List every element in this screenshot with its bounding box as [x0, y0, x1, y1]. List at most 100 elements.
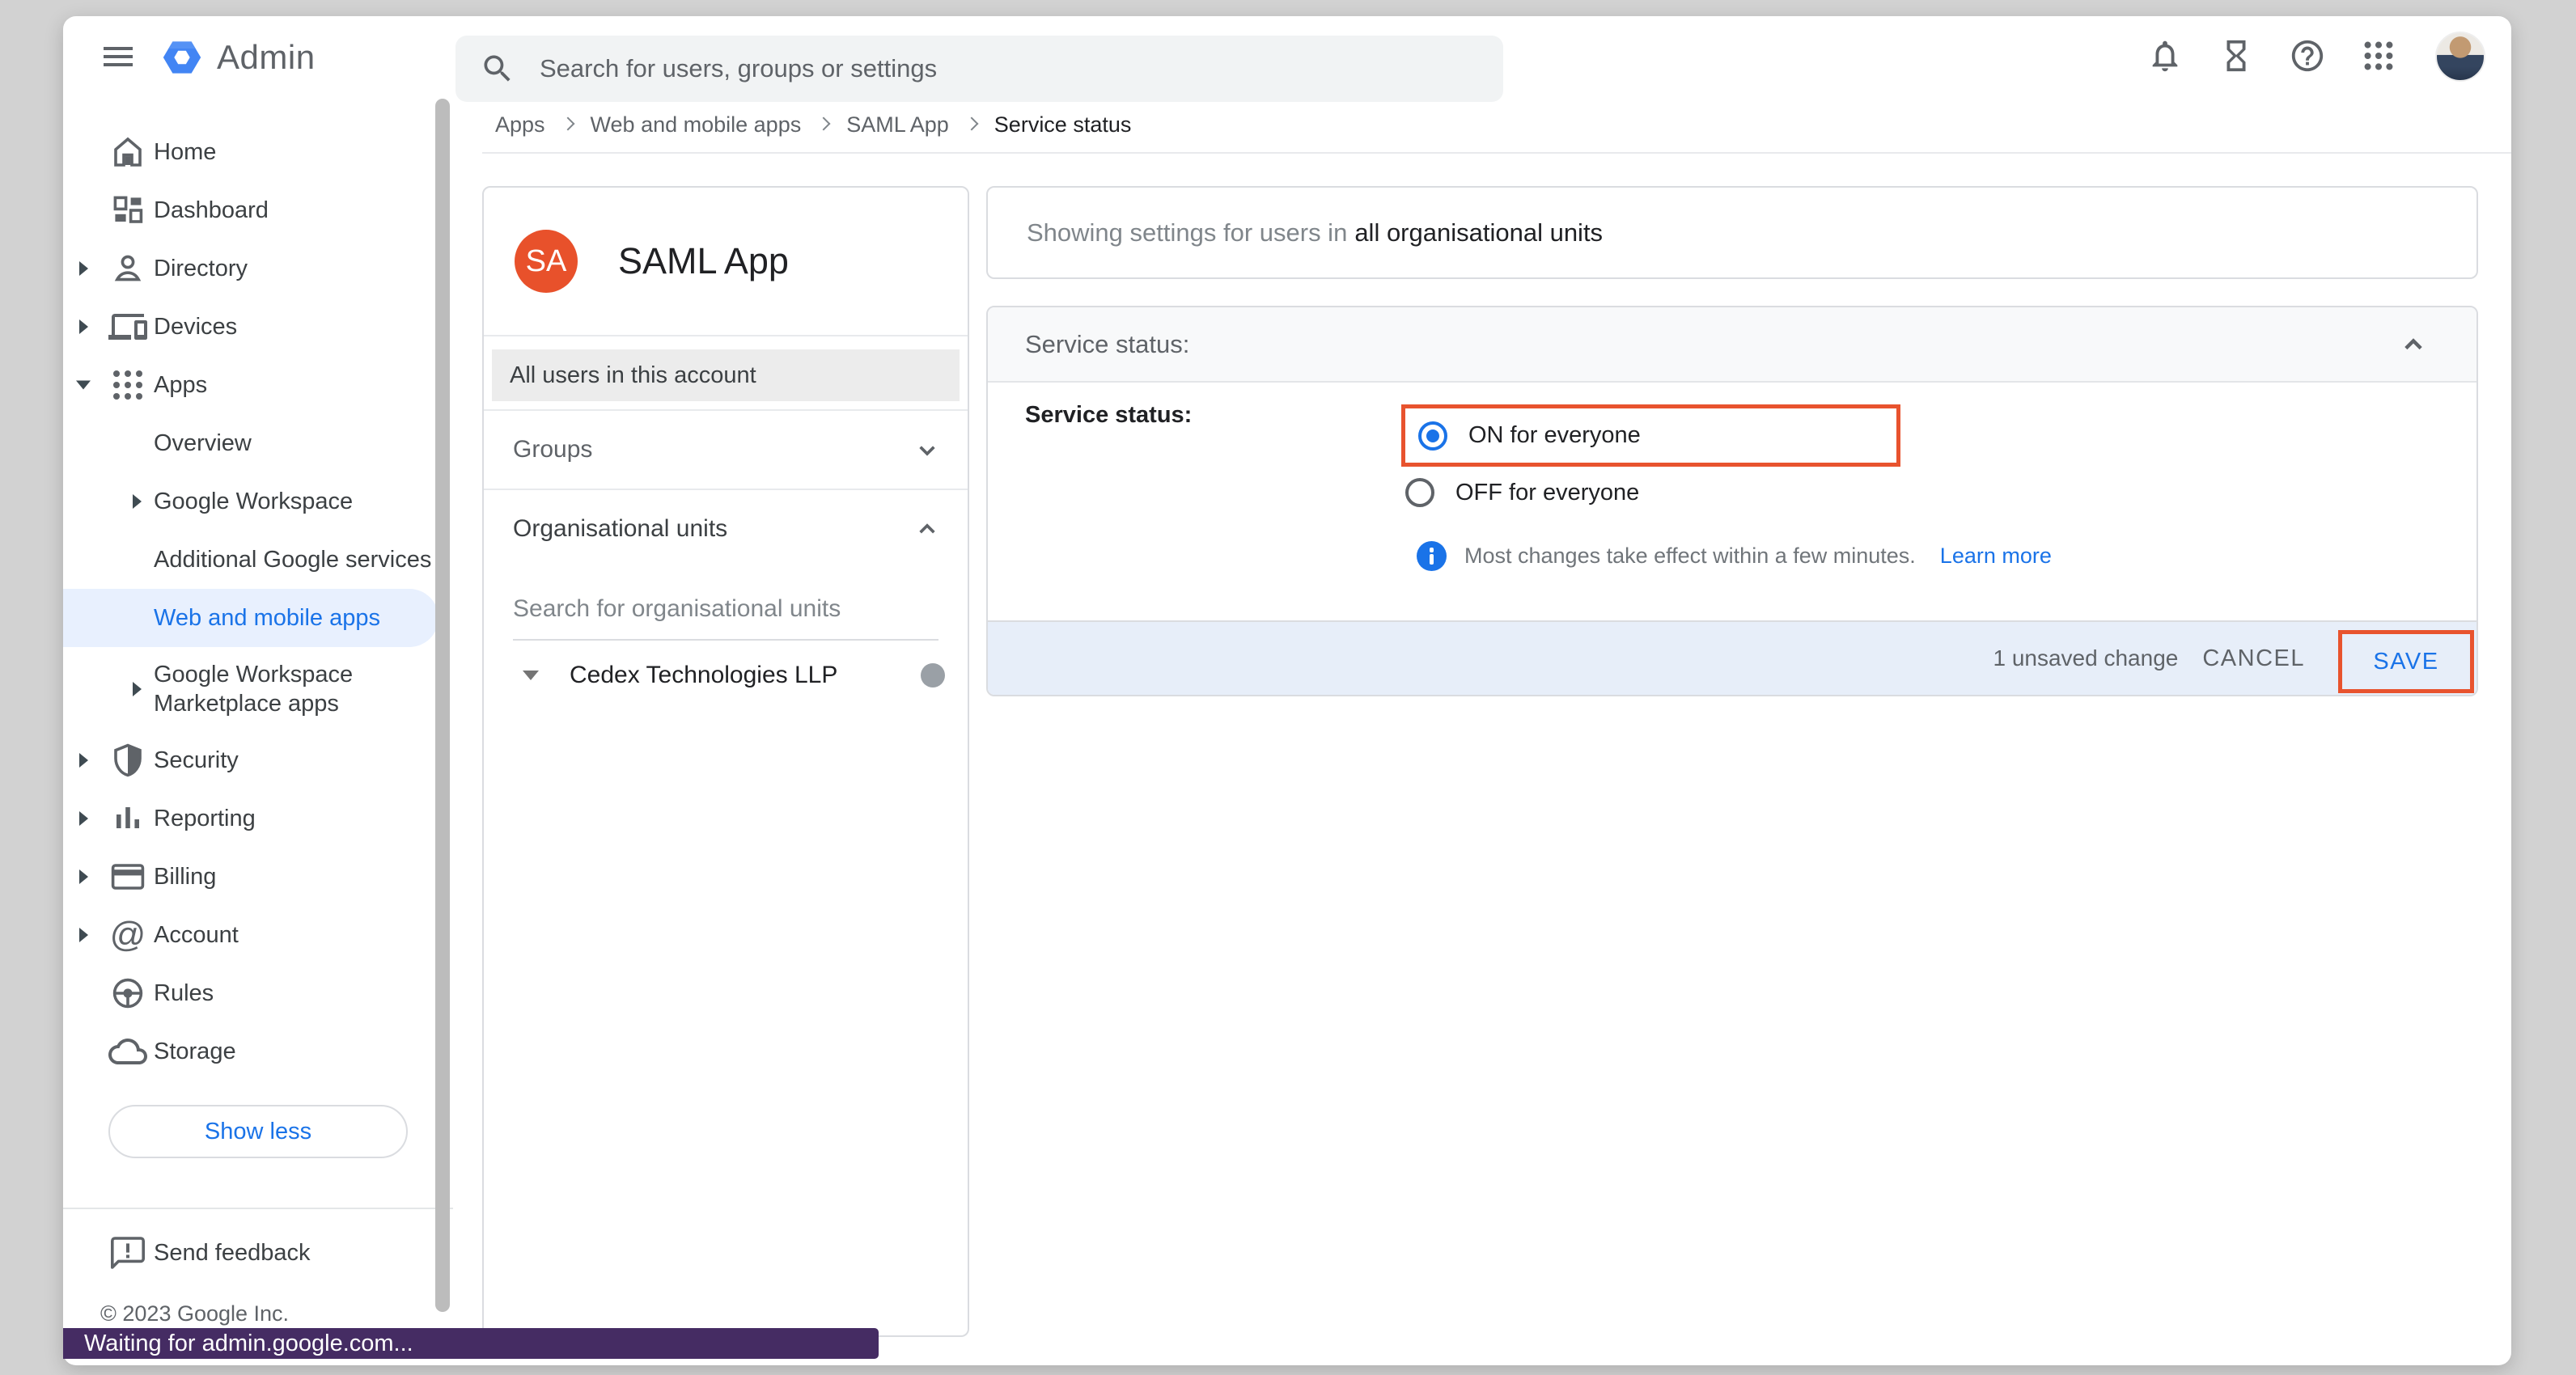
expand-arrow-icon[interactable]	[79, 928, 88, 942]
sidebar-item-label: Directory	[154, 254, 248, 283]
expand-arrow-icon[interactable]	[79, 869, 88, 884]
global-search-bar[interactable]	[455, 36, 1503, 102]
groups-label: Groups	[513, 436, 592, 463]
admin-hexagon-icon	[159, 34, 205, 81]
credit-card-icon	[108, 857, 147, 896]
sidebar-item-google-workspace[interactable]: Google Workspace	[63, 472, 453, 531]
sidebar-item-home[interactable]: Home	[63, 123, 453, 181]
sidebar-item-label: Dashboard	[154, 196, 269, 225]
sidebar-item-web-and-mobile-apps[interactable]: Web and mobile apps	[63, 589, 439, 647]
chevron-down-icon[interactable]	[911, 434, 943, 466]
radio-on-label[interactable]: ON for everyone	[1468, 422, 1641, 449]
person-icon	[108, 249, 147, 288]
info-note-text: Most changes take effect within a few mi…	[1464, 544, 1916, 569]
org-units-search[interactable]	[513, 595, 938, 641]
sidebar-item-devices[interactable]: Devices	[63, 298, 453, 356]
breadcrumb-web-and-mobile-apps[interactable]: Web and mobile apps	[591, 112, 802, 138]
hourglass-tasks-icon[interactable]	[2217, 37, 2256, 76]
annotation-box-on-option: ON for everyone	[1401, 404, 1900, 467]
groups-accordion[interactable]: Groups	[484, 411, 968, 489]
topbar-actions	[2146, 16, 2485, 97]
expand-arrow-icon[interactable]	[79, 261, 88, 276]
dashboard-icon	[108, 191, 147, 230]
save-bar: 1 unsaved change CANCEL SAVE	[988, 620, 2476, 695]
org-units-accordion[interactable]: Organisational units	[484, 490, 968, 568]
radio-off-label[interactable]: OFF for everyone	[1455, 480, 1639, 506]
sidebar-item-additional-google-services[interactable]: Additional Google services	[63, 531, 453, 589]
user-avatar[interactable]	[2435, 32, 2485, 82]
scope-banner-text: Showing settings for users in	[1027, 218, 1347, 248]
expand-arrow-icon[interactable]	[133, 494, 142, 509]
sidebar-item-label: Web and mobile apps	[154, 603, 380, 632]
sidebar-item-rules[interactable]: Rules	[63, 964, 453, 1022]
google-apps-grid-icon[interactable]	[2359, 37, 2398, 76]
sidebar-item-gw-marketplace-apps[interactable]: Google Workspace Marketplace apps	[63, 647, 453, 731]
copyright-text: © 2023 Google Inc.	[100, 1301, 453, 1326]
expand-arrow-icon[interactable]	[79, 811, 88, 826]
learn-more-link[interactable]: Learn more	[1940, 544, 2052, 569]
shield-icon	[108, 741, 147, 780]
info-icon	[1417, 541, 1447, 571]
sidebar-item-label: Account	[154, 920, 239, 950]
help-icon[interactable]	[2288, 37, 2327, 76]
save-button[interactable]: SAVE	[2373, 649, 2438, 675]
org-units-search-input[interactable]	[513, 595, 938, 623]
sidebar-item-reporting[interactable]: Reporting	[63, 789, 453, 848]
collapse-chevron-up-icon[interactable]	[2396, 327, 2431, 362]
at-sign-icon: @	[108, 916, 147, 954]
sidebar-item-label: Additional Google services	[154, 545, 431, 574]
expand-arrow-icon[interactable]	[79, 319, 88, 334]
show-less-button[interactable]: Show less	[108, 1105, 408, 1158]
service-status-card: Service status: Service status: ON for e…	[986, 306, 2478, 696]
sidebar-item-storage[interactable]: Storage	[63, 1022, 453, 1081]
sidebar-item-label: Reporting	[154, 804, 256, 833]
sidebar-item-security[interactable]: Security	[63, 731, 453, 789]
sidebar-item-label: Rules	[154, 979, 214, 1008]
search-icon	[480, 51, 515, 87]
service-status-field-label: Service status:	[1025, 402, 1192, 429]
search-input[interactable]	[540, 54, 1479, 83]
radio-off-unselected[interactable]	[1405, 478, 1434, 507]
sidebar-item-label: Google Workspace	[154, 487, 353, 516]
service-status-header[interactable]: Service status:	[988, 307, 2476, 383]
breadcrumb-saml-app[interactable]: SAML App	[846, 112, 949, 138]
sidebar-item-apps[interactable]: Apps	[63, 356, 453, 414]
sidebar-item-label: Billing	[154, 862, 216, 891]
collapse-arrow-icon[interactable]	[76, 381, 91, 390]
app-avatar: SA	[515, 230, 578, 293]
main-content: Apps Web and mobile apps SAML App Servic…	[453, 97, 2511, 1365]
sidebar-item-label: Devices	[154, 312, 237, 341]
chevron-up-icon[interactable]	[911, 513, 943, 545]
sidebar-item-label: Security	[154, 746, 239, 775]
chevron-right-icon	[817, 117, 831, 131]
sidebar-item-label: Overview	[154, 429, 252, 458]
breadcrumb-apps[interactable]: Apps	[495, 112, 545, 138]
scope-banner-target: all organisational units	[1354, 218, 1603, 248]
service-status-body: Service status: ON for everyone OFF for …	[988, 383, 2476, 620]
breadcrumb-service-status: Service status	[994, 112, 1132, 138]
menu-icon[interactable]	[99, 37, 138, 76]
sidebar-item-label: Storage	[154, 1037, 236, 1066]
tree-expand-arrow-icon[interactable]	[523, 671, 539, 680]
expand-arrow-icon[interactable]	[133, 682, 142, 696]
send-feedback-label: Send feedback	[154, 1240, 310, 1267]
all-users-scope-item[interactable]: All users in this account	[492, 349, 960, 401]
notifications-bell-icon[interactable]	[2146, 37, 2184, 76]
sidebar-item-dashboard[interactable]: Dashboard	[63, 181, 453, 239]
sidebar-item-billing[interactable]: Billing	[63, 848, 453, 906]
org-unit-status-dot	[921, 663, 945, 688]
app-scope-panel: SA SAML App All users in this account Gr…	[482, 186, 969, 1337]
send-feedback-button[interactable]: Send feedback	[63, 1209, 453, 1297]
sidebar-item-overview[interactable]: Overview	[63, 414, 453, 472]
org-unit-tree-item[interactable]: Cedex Technologies LLP	[484, 662, 968, 689]
cancel-button[interactable]: CANCEL	[2202, 645, 2305, 672]
expand-arrow-icon[interactable]	[79, 753, 88, 768]
sidebar-item-directory[interactable]: Directory	[63, 239, 453, 298]
sidebar-item-label: Home	[154, 138, 216, 167]
annotation-box-save: SAVE	[2338, 630, 2474, 693]
sidebar-item-account[interactable]: @ Account	[63, 906, 453, 964]
app-title: SAML App	[618, 240, 789, 282]
sidebar-scrollbar[interactable]	[435, 99, 450, 1312]
devices-icon	[108, 307, 147, 346]
radio-on-selected[interactable]	[1418, 421, 1447, 451]
